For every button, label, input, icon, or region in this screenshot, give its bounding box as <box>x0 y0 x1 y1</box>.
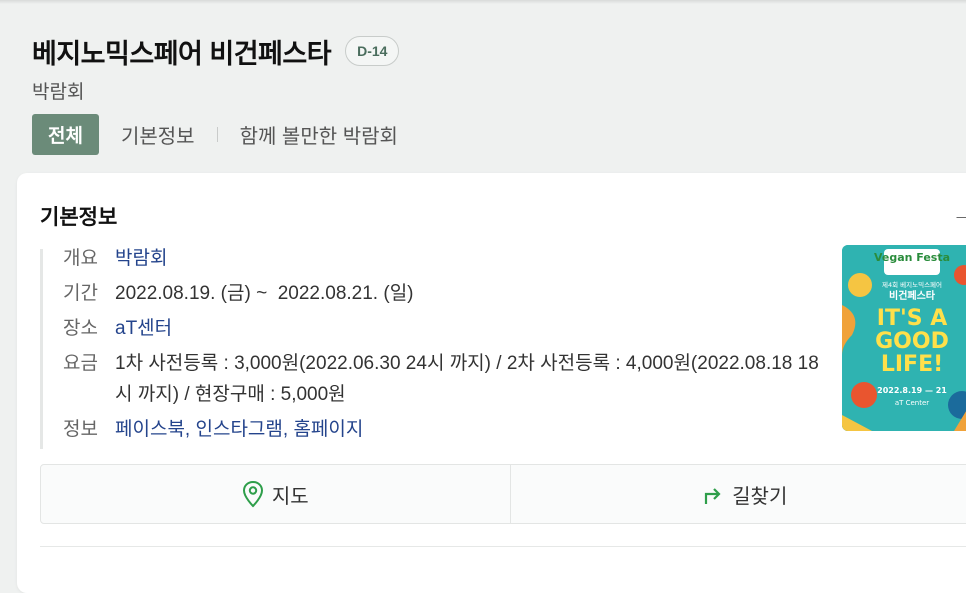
directions-button[interactable]: 길찾기 <box>510 465 966 523</box>
info-row-links: 정보 페이스북, 인스타그램, 홈페이지 <box>63 414 820 445</box>
poster-subline: 제4회 베지노믹스페어 <box>882 280 942 289</box>
page-title: 베지노믹스페어 비건페스타 <box>32 32 331 71</box>
page-header: 베지노믹스페어 비건페스타 D-14 박람회 <box>32 33 966 104</box>
info-row-fee: 요금 1차 사전등록 : 3,000원(2022.06.30 24시 까지) /… <box>63 348 820 410</box>
tab-separator <box>217 127 218 142</box>
poster-venue: aT Center <box>895 399 929 407</box>
poster-logo-text: Vegan Festa <box>874 251 950 264</box>
divider <box>40 546 966 547</box>
period-value: 2022.08.19. (금) ~ 2022.08.21. (일) <box>115 278 414 309</box>
map-button-label: 지도 <box>272 480 309 509</box>
poster-slogan-2: GOOD <box>875 329 949 354</box>
place-label: 장소 <box>63 313 115 344</box>
fee-label: 요금 <box>63 348 115 410</box>
info-list: 개요 박람회 기간 2022.08.19. (금) ~ 2022.08.21. … <box>40 249 820 449</box>
info-card: 기본정보 → 개요 박람회 기간 2022.08.19. (금) ~ 2022.… <box>17 173 966 593</box>
instagram-link[interactable]: 인스타그램 <box>195 419 282 440</box>
tab-all[interactable]: 전체 <box>32 114 99 155</box>
action-bar: 지도 길찾기 <box>40 464 966 524</box>
tab-basic-info[interactable]: 기본정보 <box>121 120 195 149</box>
poster-name: 비건페스타 <box>889 289 936 302</box>
arrow-right-icon[interactable]: → <box>952 201 966 227</box>
card-title: 기본정보 <box>40 201 117 231</box>
info-row-place: 장소 aT센터 <box>63 313 820 344</box>
tab-bar: 전체 기본정보 함께 볼만한 박람회 <box>32 114 398 155</box>
links-label: 정보 <box>63 414 115 445</box>
overview-label: 개요 <box>63 243 115 274</box>
period-label: 기간 <box>63 278 115 309</box>
poster-date: 2022.8.19 — 21 <box>877 386 947 395</box>
fee-value: 1차 사전등록 : 3,000원(2022.06.30 24시 까지) / 2차… <box>115 348 820 410</box>
directions-button-label: 길찾기 <box>732 480 787 509</box>
homepage-link[interactable]: 홈페이지 <box>293 419 363 440</box>
directions-arrow-icon <box>702 482 724 506</box>
poster-art: Vegan Festa 제4회 베지노믹스페어 비건페스타 IT'S A GOO… <box>842 245 966 431</box>
festival-poster-image[interactable]: Vegan Festa 제4회 베지노믹스페어 비건페스타 IT'S A GOO… <box>842 245 966 431</box>
info-row-overview: 개요 박람회 <box>63 243 820 274</box>
poster-slogan-3: LIFE! <box>881 352 943 377</box>
info-row-period: 기간 2022.08.19. (금) ~ 2022.08.21. (일) <box>63 278 820 309</box>
tab-related[interactable]: 함께 볼만한 박람회 <box>240 120 398 149</box>
map-pin-icon <box>242 480 264 508</box>
title-row: 베지노믹스페어 비건페스타 D-14 <box>32 33 966 69</box>
page-subtitle: 박람회 <box>32 77 966 104</box>
facebook-link[interactable]: 페이스북 <box>115 419 185 440</box>
link-separator: , <box>185 419 196 440</box>
link-separator: , <box>283 419 294 440</box>
map-button[interactable]: 지도 <box>41 465 510 523</box>
dday-badge: D-14 <box>345 36 399 66</box>
poster-slogan-1: IT'S A <box>877 306 947 331</box>
top-shadow <box>0 0 966 4</box>
overview-link[interactable]: 박람회 <box>115 243 167 274</box>
place-link[interactable]: aT센터 <box>115 313 172 344</box>
